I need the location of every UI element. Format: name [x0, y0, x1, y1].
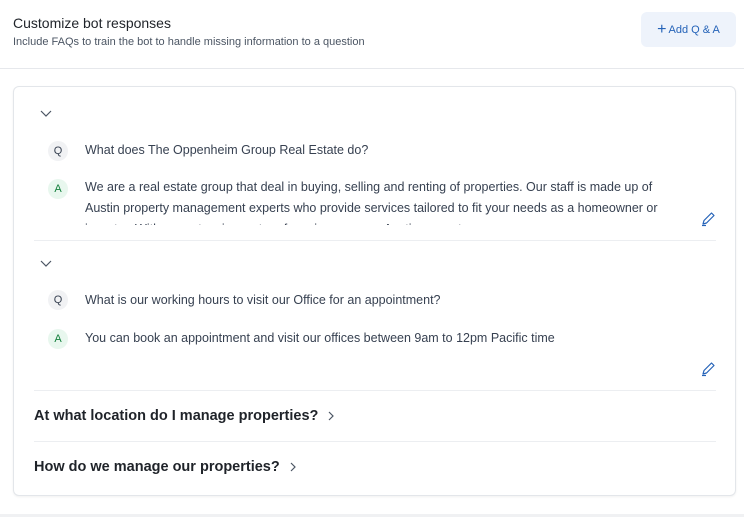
add-qa-button-label: Add Q & A — [668, 23, 720, 36]
question-text: What does The Oppenheim Group Real Estat… — [85, 143, 369, 157]
question-badge: Q — [48, 141, 68, 161]
chevron-right-icon — [290, 462, 296, 472]
add-qa-button[interactable]: + Add Q & A — [641, 12, 736, 47]
qa-list-panel: Q What does The Oppenheim Group Real Est… — [13, 86, 736, 496]
collapsed-qa-item[interactable]: At what location do I manage properties? — [34, 391, 716, 441]
page-title: Customize bot responses — [13, 15, 171, 31]
answer-badge: A — [48, 329, 68, 349]
page-header: Customize bot responses Include FAQs to … — [0, 0, 744, 69]
collapsed-question-text: How do we manage our properties? — [34, 459, 280, 475]
edit-pencil-icon[interactable] — [699, 360, 717, 378]
plus-icon: + — [657, 20, 667, 38]
chevron-right-icon — [328, 411, 335, 421]
answer-badge: A — [48, 179, 68, 199]
divider — [34, 240, 716, 241]
question-text: What is our working hours to visit our O… — [85, 293, 441, 307]
chevron-down-icon[interactable] — [39, 108, 53, 118]
answer-text: We are a real estate group that deal in … — [85, 180, 658, 225]
chevron-down-icon[interactable] — [39, 258, 53, 268]
page-subtitle: Include FAQs to train the bot to handle … — [13, 36, 365, 48]
edit-pencil-icon[interactable] — [699, 210, 717, 228]
collapsed-question-text: At what location do I manage properties? — [34, 408, 319, 424]
answer-text: You can book an appointment and visit ou… — [85, 331, 555, 345]
collapsed-qa-item[interactable]: How do we manage our properties? — [34, 442, 716, 492]
question-badge: Q — [48, 290, 68, 310]
